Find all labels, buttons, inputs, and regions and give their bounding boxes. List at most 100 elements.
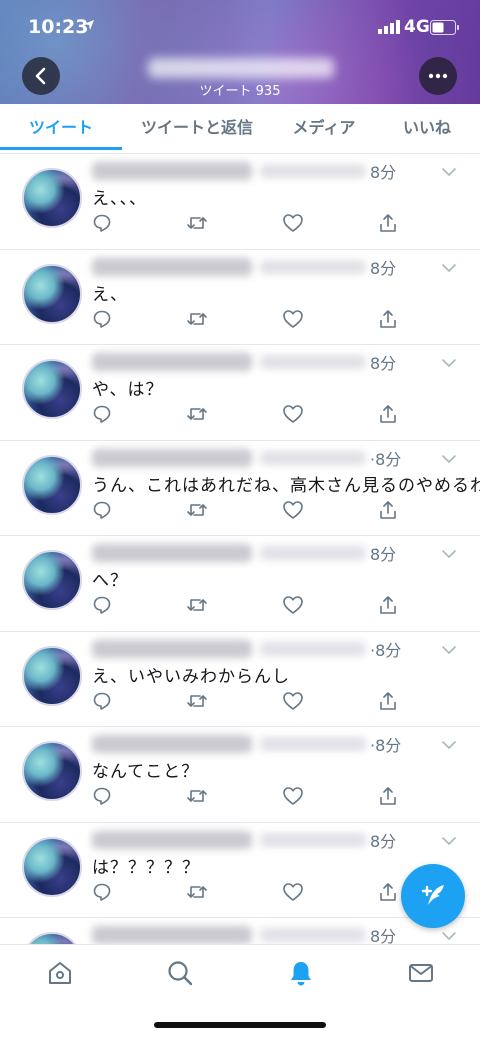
tweet-menu-button[interactable] — [441, 640, 457, 659]
reply-button[interactable] — [92, 500, 112, 524]
tab-likes[interactable]: いいね — [384, 104, 470, 154]
reply-icon — [93, 692, 111, 710]
like-button[interactable] — [282, 786, 304, 810]
share-button[interactable] — [378, 691, 398, 715]
author-name-redacted — [92, 448, 252, 467]
like-button[interactable] — [282, 691, 304, 715]
share-icon — [380, 405, 396, 423]
retweet-button[interactable] — [186, 882, 208, 906]
tweet-list[interactable]: 8分 え、、、 8分 え、 8分 や、は？ ·8分 うん、これはあれだね、高木さん見るのやめる… — [0, 154, 480, 944]
author-name-redacted — [92, 353, 252, 371]
tweet-time: ·8分 — [370, 640, 402, 660]
tweet-row[interactable]: ·8分 うん、これはあれだね、高木さん見るのやめるわ — [0, 441, 480, 536]
heart-icon — [283, 500, 303, 519]
share-button[interactable] — [378, 500, 398, 524]
tweet-row[interactable]: ·8分 なんてこと？ — [0, 727, 480, 823]
reply-icon — [93, 310, 111, 328]
tab-media[interactable]: メディア — [276, 104, 372, 154]
tweet-menu-button[interactable] — [441, 735, 457, 754]
avatar[interactable] — [22, 263, 82, 324]
network-type: 4G — [404, 17, 430, 37]
tab-tweets-and-replies[interactable]: ツイートと返信 — [128, 104, 266, 154]
like-button[interactable] — [282, 882, 304, 906]
reply-icon — [93, 501, 111, 519]
author-name-redacted — [92, 830, 252, 849]
like-button[interactable] — [282, 213, 304, 237]
retweet-icon — [187, 694, 207, 707]
author-name-redacted — [92, 162, 252, 180]
nav-messages[interactable] — [407, 959, 435, 987]
tweet-row[interactable]: 8分 へ？ — [0, 536, 480, 632]
retweet-button[interactable] — [186, 309, 208, 333]
tweet-row[interactable]: 8分 え、 — [0, 250, 480, 345]
tweet-text: は？？？？？ — [92, 857, 200, 878]
share-button[interactable] — [378, 882, 398, 906]
tweet-row[interactable]: 8分 や、は？ — [0, 345, 480, 441]
reply-button[interactable] — [92, 595, 112, 619]
share-icon — [380, 882, 396, 901]
retweet-button[interactable] — [186, 213, 208, 237]
chevron-down-icon — [442, 836, 456, 845]
nav-home[interactable] — [46, 959, 74, 987]
retweet-button[interactable] — [186, 404, 208, 428]
chevron-down-icon — [442, 359, 456, 367]
reply-button[interactable] — [92, 786, 112, 810]
like-button[interactable] — [282, 309, 304, 333]
home-icon — [49, 962, 71, 984]
share-button[interactable] — [378, 213, 398, 237]
reply-button[interactable] — [92, 882, 112, 906]
tweet-time: 8分 — [370, 354, 397, 373]
tweet-text: へ？ — [92, 571, 128, 591]
like-button[interactable] — [282, 500, 304, 524]
tweet-menu-button[interactable] — [441, 449, 457, 468]
tweet-row[interactable]: 8分 え、、、 — [0, 154, 480, 250]
tweet-row[interactable]: 8分 — [0, 918, 480, 944]
tweet-menu-button[interactable] — [441, 926, 457, 944]
nav-notifications[interactable] — [287, 959, 315, 987]
avatar[interactable] — [22, 359, 82, 419]
tweet-text: え、、、 — [92, 189, 147, 209]
more-options-button[interactable] — [419, 57, 457, 95]
avatar[interactable] — [22, 836, 82, 897]
tweet-text: なんてこと？ — [92, 762, 200, 782]
tweet-menu-button[interactable] — [441, 353, 457, 372]
tweet-row[interactable]: ·8分 え、いやいみわからんし — [0, 632, 480, 727]
share-button[interactable] — [378, 404, 398, 428]
tweet-menu-button[interactable] — [441, 258, 457, 277]
avatar[interactable] — [22, 932, 82, 944]
heart-icon — [283, 882, 303, 901]
share-button[interactable] — [378, 595, 398, 619]
reply-button[interactable] — [92, 404, 112, 428]
avatar[interactable] — [22, 454, 82, 515]
retweet-icon — [187, 599, 207, 611]
avatar[interactable] — [22, 550, 82, 610]
author-handle-redacted — [260, 928, 366, 942]
share-button[interactable] — [378, 786, 398, 810]
avatar[interactable] — [22, 741, 82, 801]
tweet-menu-button[interactable] — [441, 831, 457, 850]
compose-tweet-button[interactable] — [401, 864, 465, 928]
retweet-button[interactable] — [186, 500, 208, 524]
author-handle-redacted — [260, 546, 366, 560]
reply-button[interactable] — [92, 213, 112, 237]
avatar[interactable] — [22, 168, 82, 228]
tweet-time: ·8分 — [370, 449, 402, 469]
author-handle-redacted — [260, 164, 366, 178]
retweet-button[interactable] — [186, 786, 208, 810]
like-button[interactable] — [282, 404, 304, 428]
author-handle-redacted — [260, 259, 366, 274]
tweet-menu-button[interactable] — [441, 544, 457, 563]
tweet-menu-button[interactable] — [441, 162, 457, 181]
retweet-button[interactable] — [186, 691, 208, 715]
tweet-text: え、 — [92, 284, 128, 305]
reply-button[interactable] — [92, 309, 112, 333]
like-button[interactable] — [282, 595, 304, 619]
nav-search[interactable] — [166, 959, 194, 987]
chevron-down-icon — [442, 645, 456, 654]
retweet-button[interactable] — [186, 595, 208, 619]
retweet-icon — [187, 312, 207, 325]
avatar[interactable] — [22, 645, 82, 706]
reply-button[interactable] — [92, 691, 112, 715]
share-icon — [380, 500, 396, 519]
share-button[interactable] — [378, 309, 398, 333]
